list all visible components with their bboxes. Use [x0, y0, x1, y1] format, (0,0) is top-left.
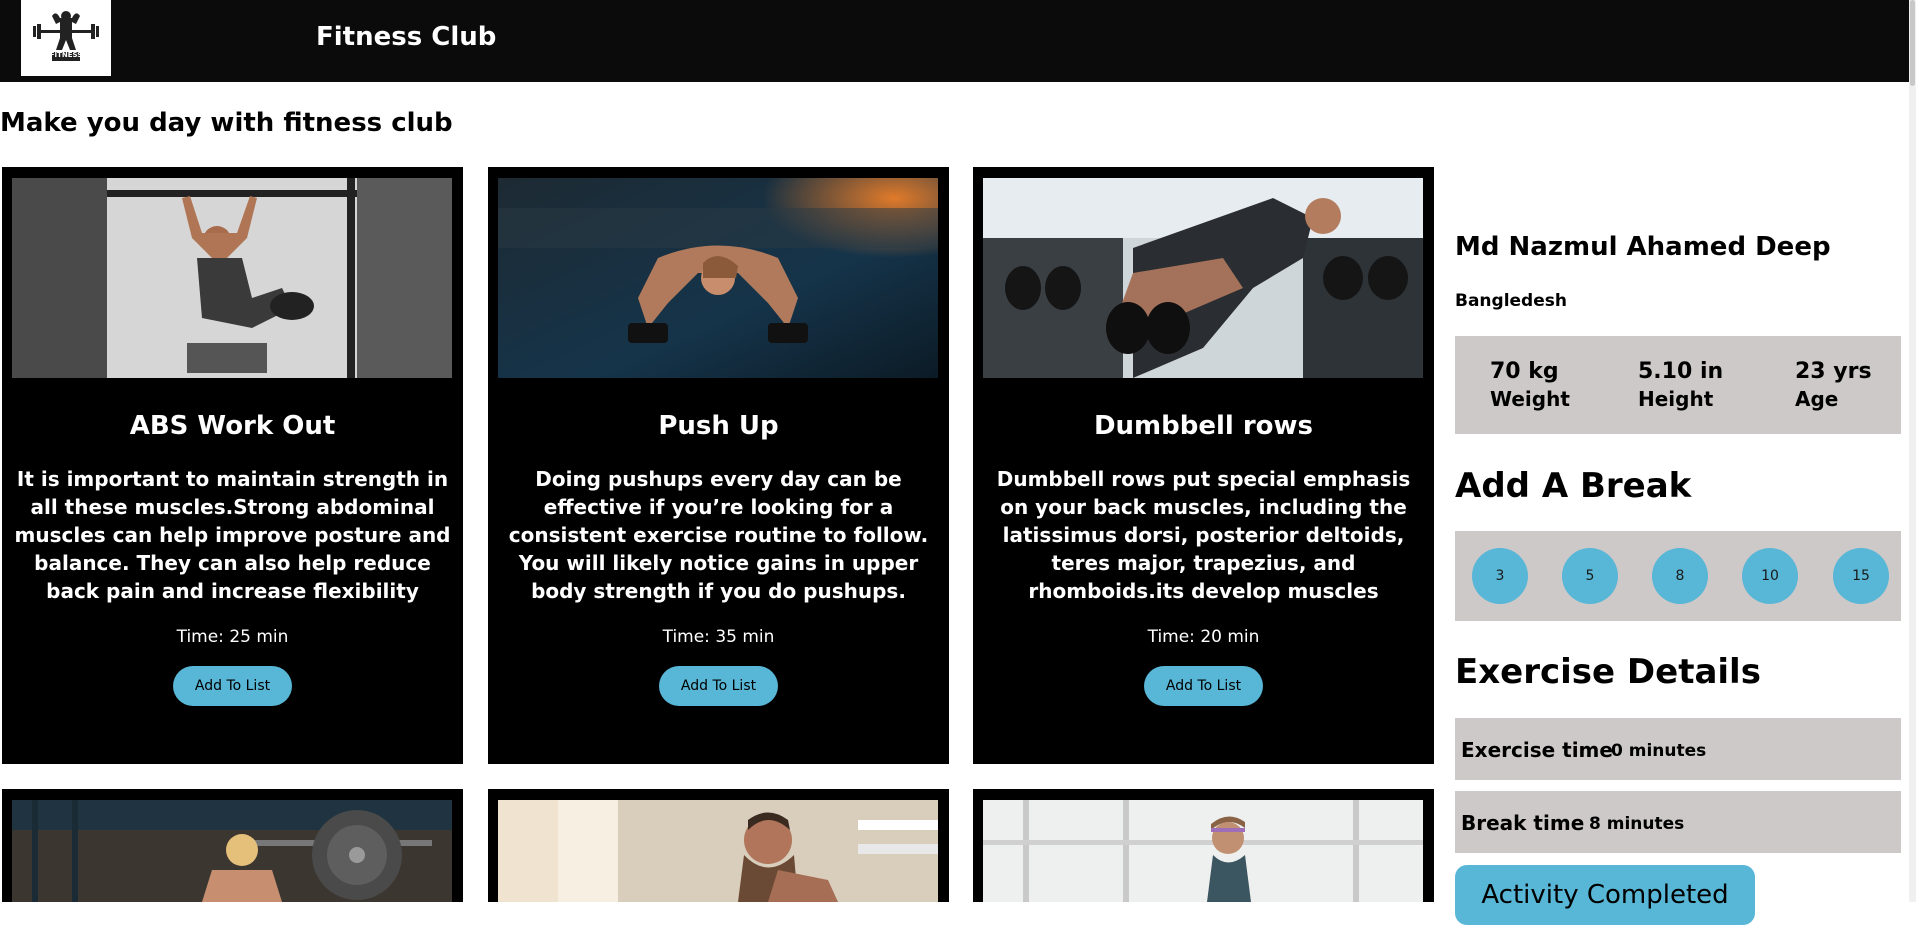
exercise-card [2, 789, 463, 902]
break-option-button[interactable]: 10 [1742, 548, 1798, 604]
page-tagline: Make you day with fitness club [0, 108, 453, 138]
exercise-details-heading: Exercise Details [1455, 652, 1761, 692]
exercise-time-value: 0 minutes [1611, 741, 1707, 761]
add-to-list-button[interactable]: Add To List [173, 666, 292, 706]
break-option-button[interactable]: 3 [1472, 548, 1528, 604]
exercise-photo [498, 800, 938, 902]
exercise-title: ABS Work Out [129, 411, 336, 441]
profile-stats: 70 kg Weight 5.10 in Height 23 yrs Age [1455, 336, 1901, 434]
break-time-label: Break time [1461, 811, 1585, 835]
stat-label: Height [1638, 387, 1714, 411]
break-option-button[interactable]: 15 [1833, 548, 1889, 604]
stat-label: Weight [1490, 387, 1570, 411]
break-option-button[interactable]: 8 [1652, 548, 1708, 604]
stat-value: 70 kg [1490, 359, 1559, 384]
exercise-card: Dumbbell rows Dumbbell rows put special … [973, 167, 1434, 764]
exercise-title: Push Up [658, 411, 779, 441]
stat-label: Age [1795, 387, 1839, 411]
exercise-title: Dumbbell rows [1093, 411, 1314, 441]
exercise-card [488, 789, 949, 902]
add-to-list-button[interactable]: Add To List [1144, 666, 1263, 706]
break-time-value: 8 minutes [1589, 814, 1685, 834]
stat-age: 23 yrs Age [1795, 358, 1872, 412]
exercise-time: Time: 20 min [1147, 627, 1260, 647]
bodybuilder-icon [33, 11, 99, 61]
exercise-photo [12, 800, 452, 902]
page-scrollbar[interactable] [1909, 0, 1916, 902]
stat-weight: 70 kg Weight [1490, 358, 1570, 412]
exercise-photo [498, 178, 938, 378]
profile-country: Bangledesh [1455, 291, 1567, 311]
exercise-photo [12, 178, 452, 378]
break-time-row: Break time 8 minutes [1455, 791, 1901, 853]
profile-name: Md Nazmul Ahamed Deep [1455, 232, 1831, 262]
exercise-card: ABS Work Out It is important to maintain… [2, 167, 463, 764]
scrollbar-thumb[interactable] [1910, 0, 1915, 86]
exercise-card [973, 789, 1434, 902]
exercise-photo [983, 800, 1423, 902]
logo[interactable]: FITNESS [21, 0, 111, 76]
break-options: 3 5 8 10 15 [1455, 531, 1901, 621]
brand-title[interactable]: Fitness Club [316, 20, 496, 54]
exercise-photo [983, 178, 1423, 378]
add-to-list-button[interactable]: Add To List [659, 666, 778, 706]
break-option-button[interactable]: 5 [1562, 548, 1618, 604]
break-heading: Add A Break [1455, 466, 1692, 506]
stat-value: 23 yrs [1795, 359, 1872, 384]
exercise-time: Time: 35 min [662, 627, 775, 647]
exercise-description: It is important to maintain strength in … [14, 467, 451, 603]
activity-completed-button[interactable]: Activity Completed [1455, 865, 1755, 925]
exercise-time: Time: 25 min [176, 627, 289, 647]
navbar: FITNESS Fitness Club [0, 0, 1916, 82]
exercise-time-label: Exercise time [1461, 738, 1613, 762]
stat-value: 5.10 in [1638, 359, 1724, 384]
logo-text: FITNESS [49, 51, 83, 59]
exercise-description: Doing pushups every day can be effective… [508, 467, 929, 603]
exercise-card: Push Up Doing pushups every day can be e… [488, 167, 949, 764]
exercise-description: Dumbbell rows put special emphasis on yo… [996, 467, 1411, 603]
stat-height: 5.10 in Height [1638, 358, 1723, 412]
exercise-time-row: Exercise time 0 minutes [1455, 718, 1901, 780]
